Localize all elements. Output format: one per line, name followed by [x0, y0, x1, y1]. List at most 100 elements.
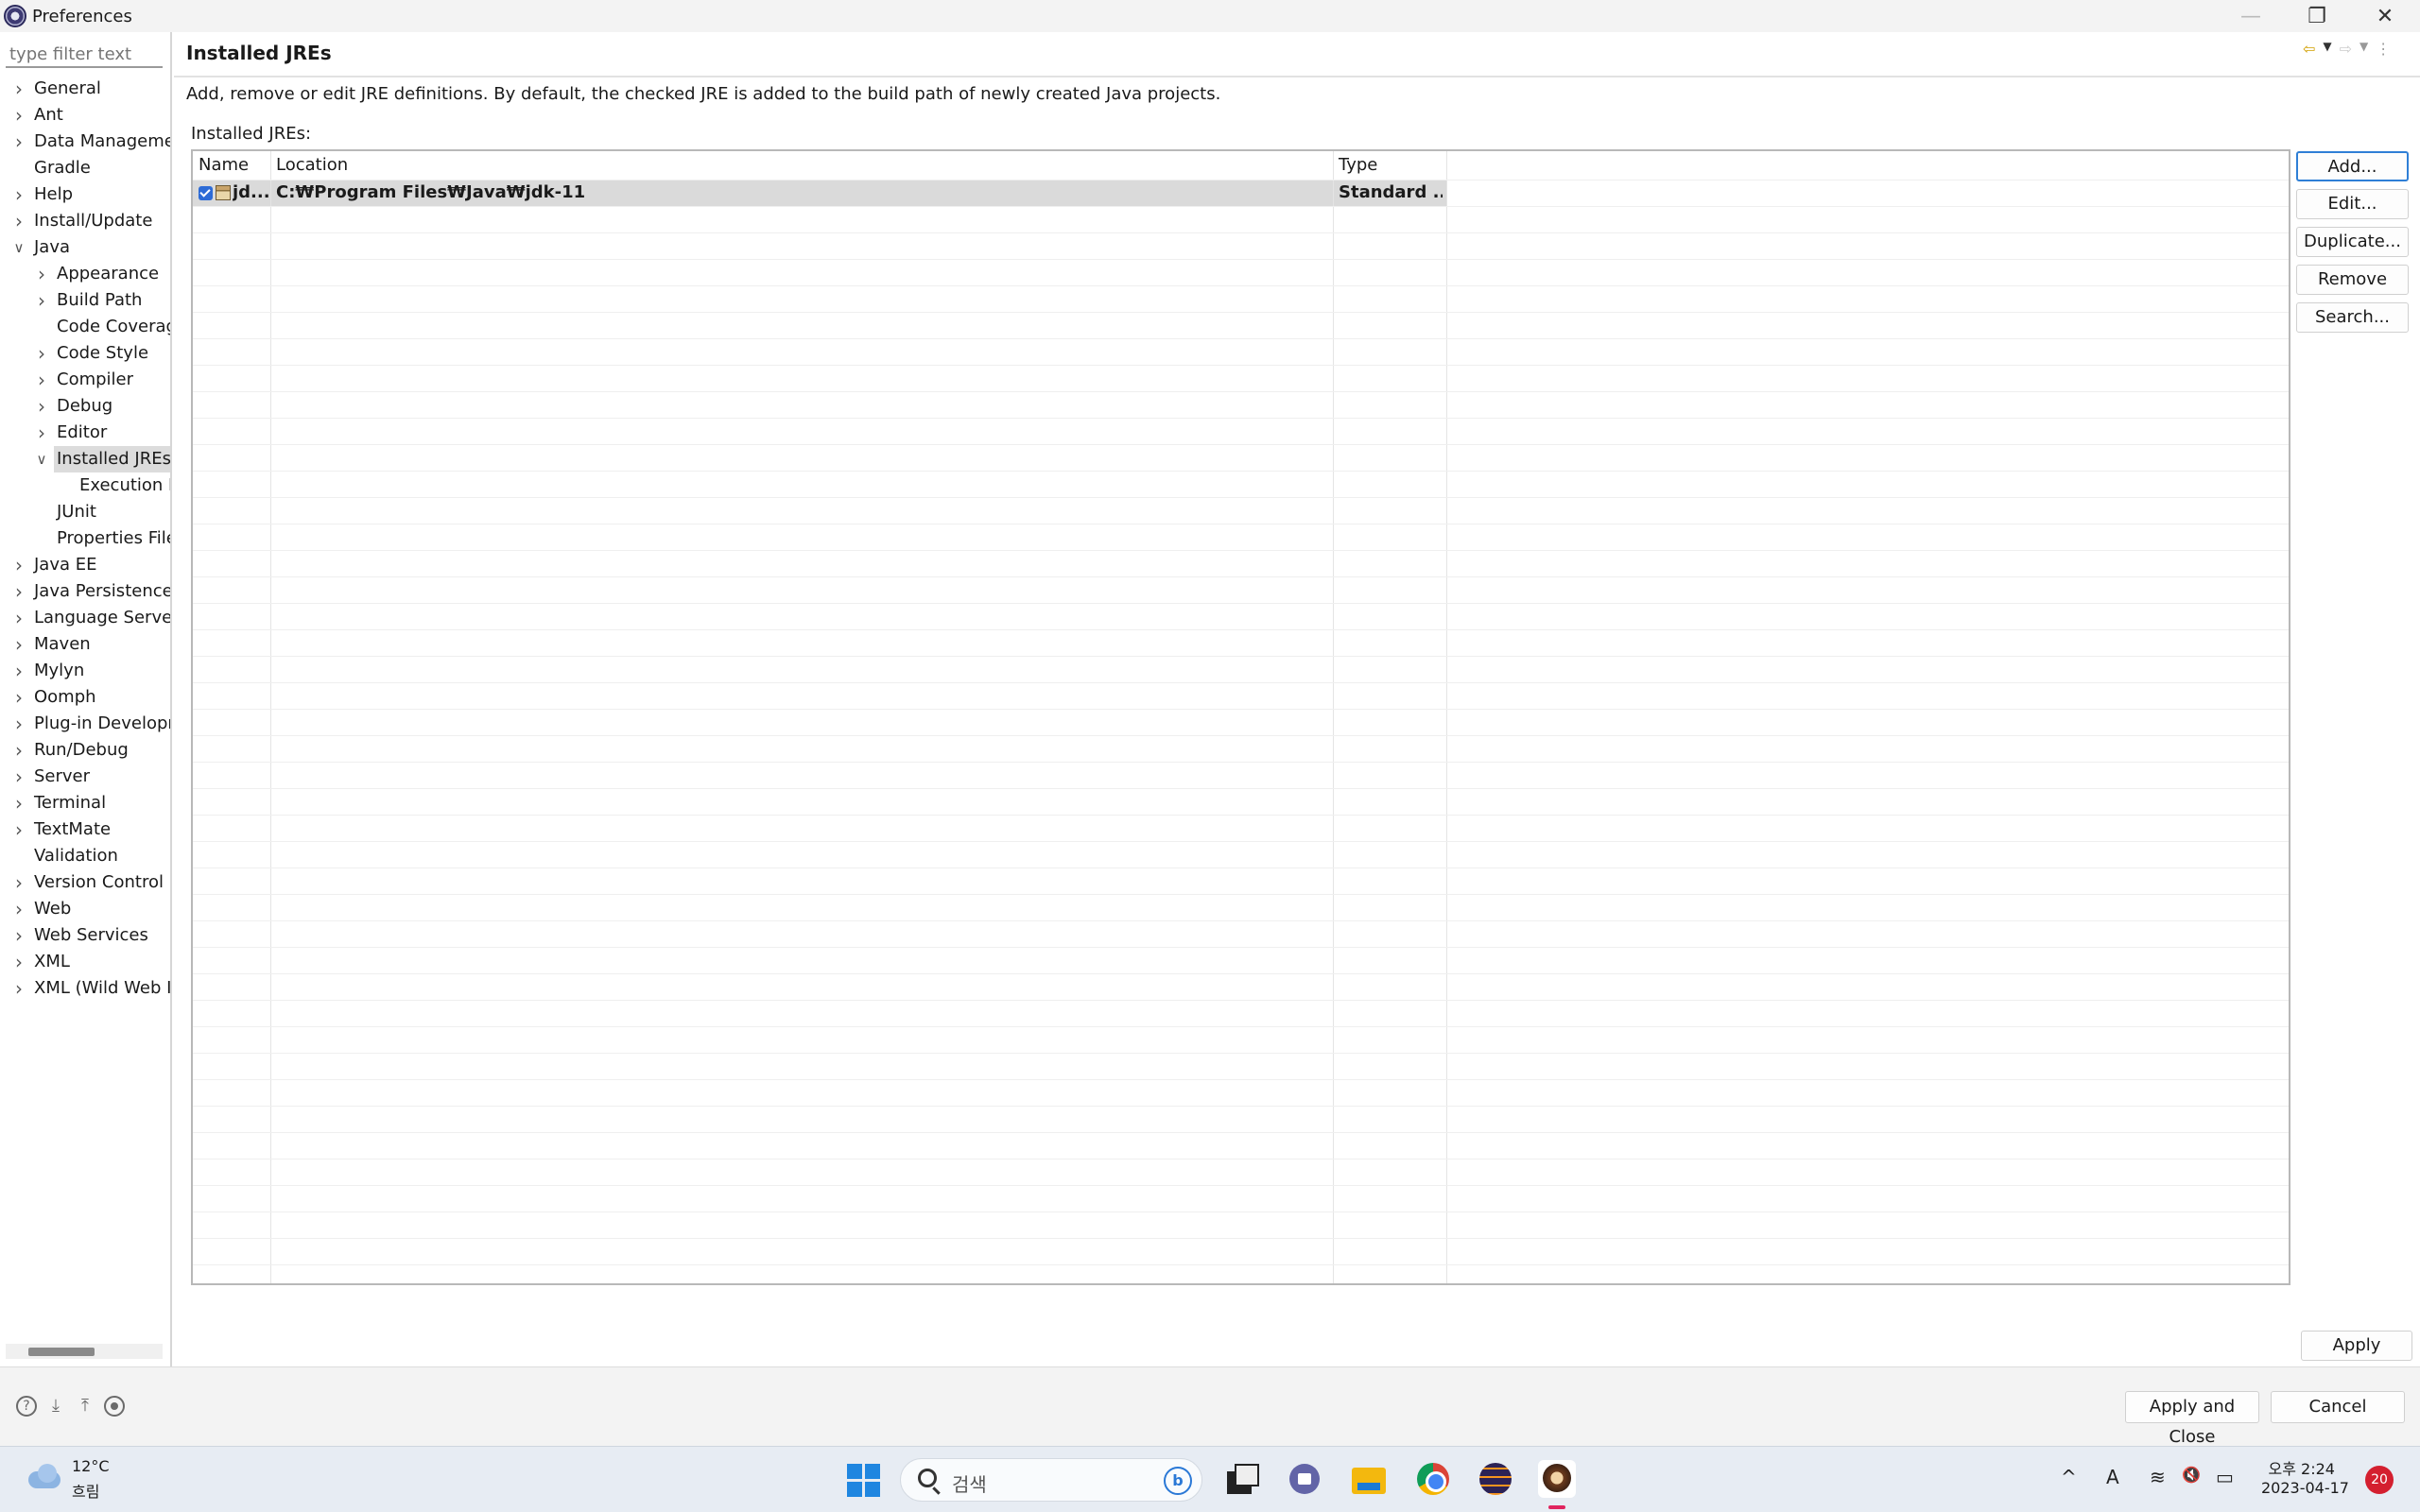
- tree-item[interactable]: › Version Control (: [0, 869, 170, 896]
- chevron-right-icon[interactable]: ›: [11, 949, 26, 975]
- tree-item[interactable]: › Help: [0, 181, 170, 208]
- chevron-right-icon[interactable]: ›: [34, 261, 49, 287]
- tree-item[interactable]: › Web: [0, 896, 170, 922]
- tree-item[interactable]: ∨ Installed JREs: [0, 446, 170, 472]
- cloud-icon[interactable]: [25, 1462, 62, 1490]
- chevron-right-icon[interactable]: ›: [34, 367, 49, 393]
- forward-menu-icon[interactable]: ▼: [2360, 40, 2368, 58]
- chevron-right-icon[interactable]: ›: [11, 790, 26, 816]
- tree-item[interactable]: Properties File: [0, 525, 170, 552]
- notification-badge[interactable]: 20: [2365, 1466, 2394, 1494]
- taskbar-search[interactable]: 검색 b: [900, 1458, 1202, 1502]
- column-header-name[interactable]: Name: [193, 151, 249, 180]
- export-icon[interactable]: ⤒: [75, 1396, 95, 1417]
- tree-item[interactable]: › Code Style: [0, 340, 170, 367]
- tree-item[interactable]: › Terminal: [0, 790, 170, 816]
- chevron-right-icon[interactable]: ›: [11, 684, 26, 711]
- tree-item[interactable]: ∨ Java: [0, 234, 170, 261]
- tree-item[interactable]: › Plug-in Developr: [0, 711, 170, 737]
- chevron-right-icon[interactable]: ›: [11, 869, 26, 896]
- chrome-icon[interactable]: [1414, 1460, 1452, 1498]
- clock-date[interactable]: 2023-04-17: [2261, 1479, 2349, 1497]
- search-button[interactable]: Search...: [2296, 302, 2409, 333]
- tree-item[interactable]: › Oomph: [0, 684, 170, 711]
- chevron-right-icon[interactable]: ›: [34, 287, 49, 314]
- speaker-muted-icon[interactable]: 🔇: [2182, 1466, 2201, 1484]
- chevron-right-icon[interactable]: ›: [11, 816, 26, 843]
- tree-item[interactable]: › Server: [0, 764, 170, 790]
- chevron-right-icon[interactable]: ›: [34, 393, 49, 420]
- column-header-type[interactable]: Type: [1333, 151, 1377, 180]
- chevron-right-icon[interactable]: ›: [11, 102, 26, 129]
- tree-item[interactable]: Gradle: [0, 155, 170, 181]
- ime-icon[interactable]: A: [2106, 1466, 2119, 1488]
- chevron-right-icon[interactable]: ›: [11, 129, 26, 155]
- chevron-down-icon[interactable]: ∨: [34, 446, 49, 472]
- chevron-right-icon[interactable]: ›: [11, 181, 26, 208]
- view-menu-icon[interactable]: ⋮: [2376, 40, 2391, 58]
- duplicate-button[interactable]: Duplicate...: [2296, 227, 2409, 257]
- chevron-right-icon[interactable]: ›: [34, 340, 49, 367]
- jre-location-cell[interactable]: C:₩Program Files₩Java₩jdk-11: [276, 180, 1325, 206]
- installed-jres-table[interactable]: Name Location Type jd... C:₩Program File…: [191, 149, 2290, 1285]
- tray-overflow-chevron-icon[interactable]: ^: [2061, 1466, 2077, 1488]
- help-icon[interactable]: ?: [16, 1396, 37, 1417]
- tree-item[interactable]: › Build Path: [0, 287, 170, 314]
- tree-item[interactable]: › XML (Wild Web I: [0, 975, 170, 1002]
- tree-item[interactable]: › Install/Update: [0, 208, 170, 234]
- chevron-right-icon[interactable]: ›: [11, 76, 26, 102]
- tree-item[interactable]: › Maven: [0, 631, 170, 658]
- filter-input[interactable]: [6, 42, 163, 68]
- minimize-button[interactable]: —: [2218, 0, 2284, 32]
- teams-chat-icon[interactable]: [1286, 1460, 1323, 1498]
- file-explorer-icon[interactable]: [1350, 1460, 1388, 1498]
- tree-item[interactable]: Code Coverag: [0, 314, 170, 340]
- wifi-icon[interactable]: ≋: [2150, 1466, 2166, 1488]
- record-icon[interactable]: [104, 1396, 125, 1417]
- tree-item[interactable]: › Data Manageme: [0, 129, 170, 155]
- tree-item[interactable]: › Appearance: [0, 261, 170, 287]
- chevron-right-icon[interactable]: ›: [11, 896, 26, 922]
- tree-item[interactable]: Validation: [0, 843, 170, 869]
- apply-button[interactable]: Apply: [2301, 1331, 2412, 1361]
- tree-item[interactable]: › TextMate: [0, 816, 170, 843]
- tree-item[interactable]: › Debug: [0, 393, 170, 420]
- weather-temperature[interactable]: 12°C: [72, 1457, 110, 1475]
- tree-item[interactable]: › Java EE: [0, 552, 170, 578]
- cancel-button[interactable]: Cancel: [2271, 1391, 2405, 1423]
- back-arrow-icon[interactable]: ⇦: [2303, 40, 2315, 58]
- forward-arrow-icon[interactable]: ⇨: [2340, 40, 2352, 58]
- bing-icon[interactable]: b: [1164, 1467, 1192, 1495]
- apply-and-close-button[interactable]: Apply and Close: [2125, 1391, 2259, 1447]
- chevron-right-icon[interactable]: ›: [11, 552, 26, 578]
- tree-item[interactable]: › Editor: [0, 420, 170, 446]
- chevron-right-icon[interactable]: ›: [34, 420, 49, 446]
- tree-item[interactable]: › Mylyn: [0, 658, 170, 684]
- task-view-icon[interactable]: [1221, 1460, 1259, 1498]
- tree-item[interactable]: Execution E: [0, 472, 170, 499]
- eclipse-active-window-icon[interactable]: [1538, 1460, 1576, 1498]
- clock-time[interactable]: 오후 2:24: [2237, 1456, 2335, 1479]
- weather-condition[interactable]: 흐림: [72, 1479, 99, 1502]
- battery-icon[interactable]: ▭: [2216, 1466, 2234, 1488]
- chevron-down-icon[interactable]: ∨: [11, 234, 26, 261]
- add-button[interactable]: Add...: [2296, 151, 2409, 181]
- tree-item[interactable]: › Compiler: [0, 367, 170, 393]
- chevron-right-icon[interactable]: ›: [11, 922, 26, 949]
- windows-start-icon[interactable]: [847, 1464, 881, 1498]
- chevron-right-icon[interactable]: ›: [11, 631, 26, 658]
- chevron-right-icon[interactable]: ›: [11, 658, 26, 684]
- scrollbar-thumb[interactable]: [28, 1348, 95, 1356]
- tree-item[interactable]: › Language Server: [0, 605, 170, 631]
- jre-name-cell[interactable]: jd...: [233, 180, 268, 206]
- chevron-right-icon[interactable]: ›: [11, 975, 26, 1002]
- tree-horizontal-scrollbar[interactable]: [6, 1344, 163, 1359]
- jre-type-cell[interactable]: Standard ...: [1339, 180, 1443, 206]
- restore-button[interactable]: ❐: [2284, 0, 2350, 32]
- tree-item[interactable]: › General: [0, 76, 170, 102]
- chevron-right-icon[interactable]: ›: [11, 711, 26, 737]
- tree-item[interactable]: › Web Services: [0, 922, 170, 949]
- back-menu-icon[interactable]: ▼: [2323, 40, 2331, 58]
- chevron-right-icon[interactable]: ›: [11, 578, 26, 605]
- chevron-right-icon[interactable]: ›: [11, 737, 26, 764]
